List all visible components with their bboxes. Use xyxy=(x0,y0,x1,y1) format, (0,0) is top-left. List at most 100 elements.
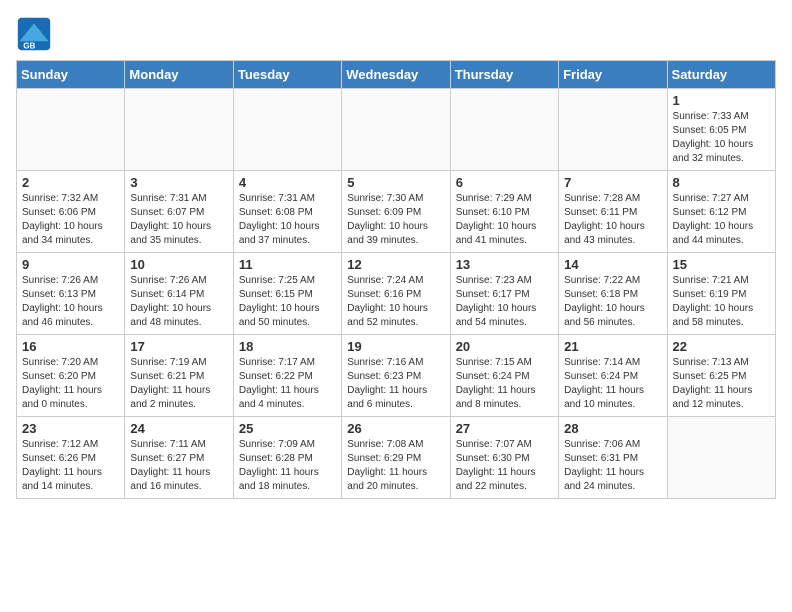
day-info: Sunrise: 7:13 AM Sunset: 6:25 PM Dayligh… xyxy=(673,356,770,412)
calendar-cell: 18 Sunrise: 7:17 AM Sunset: 6:22 PM Dayli… xyxy=(233,335,341,417)
day-number: 13 xyxy=(456,257,553,272)
day-info: Sunrise: 7:28 AM Sunset: 6:11 PM Dayligh… xyxy=(564,192,661,248)
day-info: Sunrise: 7:16 AM Sunset: 6:23 PM Dayligh… xyxy=(347,356,444,412)
day-info: Sunrise: 7:25 AM Sunset: 6:15 PM Dayligh… xyxy=(239,274,336,330)
calendar-cell: 4 Sunrise: 7:31 AM Sunset: 6:08 PM Daylig… xyxy=(233,171,341,253)
calendar-cell: 25 Sunrise: 7:09 AM Sunset: 6:28 PM Dayli… xyxy=(233,417,341,499)
day-info: Sunrise: 7:07 AM Sunset: 6:30 PM Dayligh… xyxy=(456,438,553,494)
week-row-3: 9 Sunrise: 7:26 AM Sunset: 6:13 PM Daylig… xyxy=(17,253,776,335)
day-info: Sunrise: 7:26 AM Sunset: 6:14 PM Dayligh… xyxy=(130,274,227,330)
week-row-2: 2Sunrise: 7:32 AM Sunset: 6:06 PM Daylig… xyxy=(17,171,776,253)
day-info: Sunrise: 7:31 AM Sunset: 6:07 PM Dayligh… xyxy=(130,192,227,248)
logo: GB xyxy=(16,16,56,52)
calendar-cell: 9 Sunrise: 7:26 AM Sunset: 6:13 PM Daylig… xyxy=(17,253,125,335)
day-number: 11 xyxy=(239,257,336,272)
day-info: Sunrise: 7:26 AM Sunset: 6:13 PM Dayligh… xyxy=(22,274,119,330)
day-info: Sunrise: 7:33 AM Sunset: 6:05 PM Dayligh… xyxy=(673,110,770,166)
day-number: 8 xyxy=(673,175,770,190)
weekday-header-friday: Friday xyxy=(559,61,667,89)
day-number: 17 xyxy=(130,339,227,354)
calendar-cell: 15 Sunrise: 7:21 AM Sunset: 6:19 PM Dayli… xyxy=(667,253,775,335)
weekday-header-wednesday: Wednesday xyxy=(342,61,450,89)
day-info: Sunrise: 7:20 AM Sunset: 6:20 PM Dayligh… xyxy=(22,356,119,412)
day-info: Sunrise: 7:15 AM Sunset: 6:24 PM Dayligh… xyxy=(456,356,553,412)
calendar-cell: 7 Sunrise: 7:28 AM Sunset: 6:11 PM Daylig… xyxy=(559,171,667,253)
day-info: Sunrise: 7:30 AM Sunset: 6:09 PM Dayligh… xyxy=(347,192,444,248)
calendar-cell: 2Sunrise: 7:32 AM Sunset: 6:06 PM Daylig… xyxy=(17,171,125,253)
day-number: 5 xyxy=(347,175,444,190)
day-number: 12 xyxy=(347,257,444,272)
calendar-cell: 17 Sunrise: 7:19 AM Sunset: 6:21 PM Dayli… xyxy=(125,335,233,417)
calendar-cell: 1 Sunrise: 7:33 AM Sunset: 6:05 PM Daylig… xyxy=(667,89,775,171)
weekday-header-monday: Monday xyxy=(125,61,233,89)
calendar-cell: 11 Sunrise: 7:25 AM Sunset: 6:15 PM Dayli… xyxy=(233,253,341,335)
day-number: 20 xyxy=(456,339,553,354)
weekday-header-saturday: Saturday xyxy=(667,61,775,89)
page-header: GB xyxy=(16,16,776,52)
calendar-cell xyxy=(233,89,341,171)
calendar-cell: 28Sunrise: 7:06 AM Sunset: 6:31 PM Dayli… xyxy=(559,417,667,499)
week-row-5: 23Sunrise: 7:12 AM Sunset: 6:26 PM Dayli… xyxy=(17,417,776,499)
calendar-cell: 6 Sunrise: 7:29 AM Sunset: 6:10 PM Daylig… xyxy=(450,171,558,253)
day-info: Sunrise: 7:21 AM Sunset: 6:19 PM Dayligh… xyxy=(673,274,770,330)
day-number: 10 xyxy=(130,257,227,272)
day-info: Sunrise: 7:06 AM Sunset: 6:31 PM Dayligh… xyxy=(564,438,661,494)
calendar-cell xyxy=(342,89,450,171)
day-number: 14 xyxy=(564,257,661,272)
calendar-cell: 19 Sunrise: 7:16 AM Sunset: 6:23 PM Dayli… xyxy=(342,335,450,417)
day-info: Sunrise: 7:11 AM Sunset: 6:27 PM Dayligh… xyxy=(130,438,227,494)
calendar-cell: 12 Sunrise: 7:24 AM Sunset: 6:16 PM Dayli… xyxy=(342,253,450,335)
calendar-cell xyxy=(559,89,667,171)
day-number: 23 xyxy=(22,421,119,436)
calendar-cell: 20 Sunrise: 7:15 AM Sunset: 6:24 PM Dayli… xyxy=(450,335,558,417)
weekday-header-tuesday: Tuesday xyxy=(233,61,341,89)
day-number: 22 xyxy=(673,339,770,354)
day-info: Sunrise: 7:29 AM Sunset: 6:10 PM Dayligh… xyxy=(456,192,553,248)
weekday-header-sunday: Sunday xyxy=(17,61,125,89)
day-number: 2 xyxy=(22,175,119,190)
day-number: 26 xyxy=(347,421,444,436)
day-number: 15 xyxy=(673,257,770,272)
day-number: 6 xyxy=(456,175,553,190)
calendar-cell xyxy=(667,417,775,499)
day-number: 18 xyxy=(239,339,336,354)
day-number: 19 xyxy=(347,339,444,354)
day-info: Sunrise: 7:14 AM Sunset: 6:24 PM Dayligh… xyxy=(564,356,661,412)
day-number: 27 xyxy=(456,421,553,436)
day-info: Sunrise: 7:24 AM Sunset: 6:16 PM Dayligh… xyxy=(347,274,444,330)
day-number: 24 xyxy=(130,421,227,436)
day-number: 7 xyxy=(564,175,661,190)
day-info: Sunrise: 7:09 AM Sunset: 6:28 PM Dayligh… xyxy=(239,438,336,494)
calendar-cell xyxy=(450,89,558,171)
calendar-cell: 27 Sunrise: 7:07 AM Sunset: 6:30 PM Dayli… xyxy=(450,417,558,499)
calendar-cell: 22 Sunrise: 7:13 AM Sunset: 6:25 PM Dayli… xyxy=(667,335,775,417)
calendar: SundayMondayTuesdayWednesdayThursdayFrid… xyxy=(16,60,776,499)
calendar-cell: 24 Sunrise: 7:11 AM Sunset: 6:27 PM Dayli… xyxy=(125,417,233,499)
calendar-cell xyxy=(17,89,125,171)
calendar-cell: 16 Sunrise: 7:20 AM Sunset: 6:20 PM Dayli… xyxy=(17,335,125,417)
day-number: 4 xyxy=(239,175,336,190)
calendar-cell xyxy=(125,89,233,171)
day-number: 9 xyxy=(22,257,119,272)
day-info: Sunrise: 7:22 AM Sunset: 6:18 PM Dayligh… xyxy=(564,274,661,330)
calendar-cell: 26 Sunrise: 7:08 AM Sunset: 6:29 PM Dayli… xyxy=(342,417,450,499)
day-number: 16 xyxy=(22,339,119,354)
day-number: 1 xyxy=(673,93,770,108)
calendar-cell: 3 Sunrise: 7:31 AM Sunset: 6:07 PM Daylig… xyxy=(125,171,233,253)
day-number: 3 xyxy=(130,175,227,190)
calendar-cell: 10 Sunrise: 7:26 AM Sunset: 6:14 PM Dayli… xyxy=(125,253,233,335)
calendar-cell: 23Sunrise: 7:12 AM Sunset: 6:26 PM Dayli… xyxy=(17,417,125,499)
day-info: Sunrise: 7:19 AM Sunset: 6:21 PM Dayligh… xyxy=(130,356,227,412)
day-info: Sunrise: 7:27 AM Sunset: 6:12 PM Dayligh… xyxy=(673,192,770,248)
day-info: Sunrise: 7:31 AM Sunset: 6:08 PM Dayligh… xyxy=(239,192,336,248)
weekday-header-row: SundayMondayTuesdayWednesdayThursdayFrid… xyxy=(17,61,776,89)
calendar-cell: 21 Sunrise: 7:14 AM Sunset: 6:24 PM Dayli… xyxy=(559,335,667,417)
day-info: Sunrise: 7:08 AM Sunset: 6:29 PM Dayligh… xyxy=(347,438,444,494)
day-number: 21 xyxy=(564,339,661,354)
week-row-4: 16 Sunrise: 7:20 AM Sunset: 6:20 PM Dayli… xyxy=(17,335,776,417)
calendar-cell: 14 Sunrise: 7:22 AM Sunset: 6:18 PM Dayli… xyxy=(559,253,667,335)
day-info: Sunrise: 7:17 AM Sunset: 6:22 PM Dayligh… xyxy=(239,356,336,412)
day-number: 25 xyxy=(239,421,336,436)
week-row-1: 1 Sunrise: 7:33 AM Sunset: 6:05 PM Daylig… xyxy=(17,89,776,171)
calendar-cell: 13Sunrise: 7:23 AM Sunset: 6:17 PM Dayli… xyxy=(450,253,558,335)
